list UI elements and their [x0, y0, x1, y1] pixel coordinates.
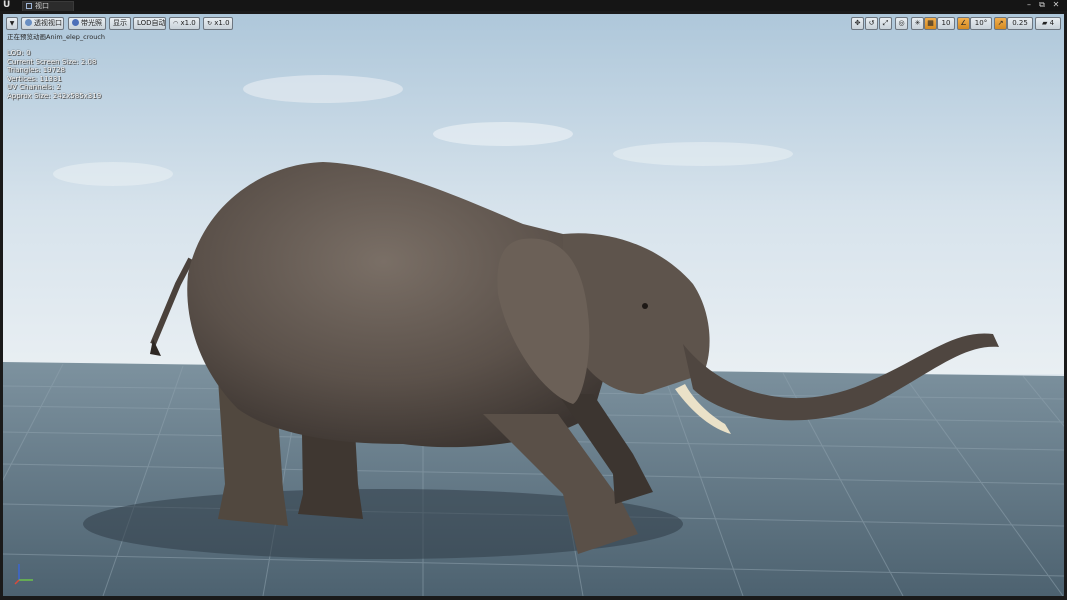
viewport[interactable]: ▼ 透视视口 带光照 显示 LOD自动 ◠ x1.0 ↻ x1.0 ✥ ↺ ⤢ … [3, 14, 1064, 596]
turntable-rate-button[interactable]: ↻ x1.0 [203, 17, 233, 30]
camera-speed-label: 4 [1049, 19, 1055, 27]
scale-tool-button[interactable]: ⤢ [879, 17, 892, 30]
editor-window: U 视口 – ⧉ ✕ ▼ 透视视口 带光照 显示 LOD自动 ◠ x1.0 ↻ … [0, 0, 1067, 600]
rotate-tool-button[interactable]: ↺ [865, 17, 878, 30]
move-icon: ✥ [854, 19, 861, 27]
surface-snap-icon: ✳ [914, 19, 921, 27]
camera-speed-button[interactable]: ▰ 4 [1035, 17, 1061, 30]
stat-lod: LOD: 0 [7, 49, 31, 57]
rotate-icon: ↺ [868, 19, 875, 27]
camera-icon: ▰ [1041, 19, 1048, 27]
scale-snap-value-label: 0.25 [1012, 19, 1028, 27]
grid-snap-toggle[interactable]: ▦ [924, 17, 937, 30]
lit-mode-button[interactable]: 带光照 [68, 17, 106, 30]
stat-triangles: Triangles: 19728 [7, 66, 65, 74]
stat-vertices: Vertices: 11331 [7, 74, 62, 83]
viewport-icon [26, 3, 32, 9]
show-label: 显示 [113, 19, 127, 27]
rotation-snap-value[interactable]: 10° [970, 17, 992, 30]
tab-viewport-label: 视口 [35, 2, 49, 10]
rotation-snap-value-label: 10° [974, 19, 988, 27]
turntable-rate-label: x1.0 [214, 19, 230, 27]
scale-arrow-icon: ↗ [997, 19, 1004, 27]
speed-gauge-icon: ◠ [173, 20, 179, 27]
unreal-logo: U [3, 0, 11, 10]
stat-uv-channels: UV Channels: 2 [7, 83, 61, 91]
show-button[interactable]: 显示 [109, 17, 131, 30]
minimize-button[interactable]: – [1023, 0, 1035, 10]
stat-approx-size: Approx Size: 242x585x319 [7, 91, 102, 100]
scene-render [3, 14, 1064, 596]
grid-snap-value[interactable]: 10 [937, 17, 955, 30]
close-button[interactable]: ✕ [1050, 0, 1062, 10]
playback-speed-button[interactable]: ◠ x1.0 [169, 17, 200, 30]
stat-screen-size: Current Screen Size: 2.08 [7, 57, 97, 66]
viewport-options-button[interactable]: ▼ [6, 17, 18, 30]
rotation-snap-toggle[interactable]: ∠ [957, 17, 970, 30]
playback-speed-label: x1.0 [180, 19, 196, 27]
scale-snap-value[interactable]: 0.25 [1007, 17, 1033, 30]
angle-icon: ∠ [960, 19, 967, 27]
surface-snap-button[interactable]: ✳ [911, 17, 924, 30]
scale-icon: ⤢ [882, 19, 889, 27]
lod-button[interactable]: LOD自动 [133, 17, 166, 30]
tab-viewport[interactable]: 视口 [22, 1, 74, 11]
mesh-stats: LOD: 0 Current Screen Size: 2.08 Triangl… [7, 49, 101, 100]
lod-label: LOD自动 [137, 19, 166, 27]
perspective-button[interactable]: 透视视口 [21, 17, 64, 30]
refresh-icon: ↻ [207, 20, 213, 27]
chevron-down-icon: ▼ [9, 20, 15, 27]
perspective-icon [25, 19, 32, 26]
globe-icon: ◎ [898, 19, 905, 27]
lit-mode-label: 带光照 [81, 19, 102, 27]
perspective-label: 透视视口 [34, 19, 62, 27]
grid-snap-value-label: 10 [941, 19, 951, 27]
scale-snap-toggle[interactable]: ↗ [994, 17, 1007, 30]
restore-button[interactable]: ⧉ [1036, 0, 1048, 10]
axis-gizmo-icon [14, 564, 33, 585]
preview-status: 正在预览动画Anim_elep_crouch [7, 33, 106, 41]
title-bar: U 视口 – ⧉ ✕ [0, 0, 1067, 11]
lit-sphere-icon [72, 19, 79, 26]
grid-icon: ▦ [927, 19, 934, 27]
translate-tool-button[interactable]: ✥ [851, 17, 864, 30]
world-local-button[interactable]: ◎ [895, 17, 908, 30]
